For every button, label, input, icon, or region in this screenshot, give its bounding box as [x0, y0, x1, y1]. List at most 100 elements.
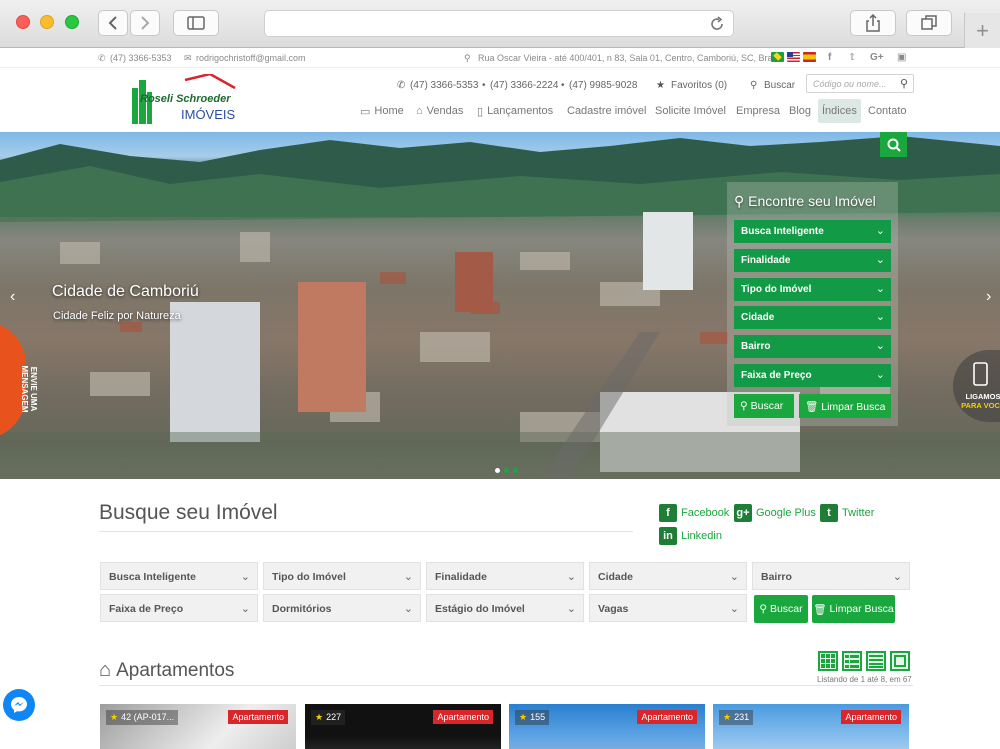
search-select-finalidade[interactable]: Finalidade ⌄ [426, 562, 584, 590]
share-button[interactable] [850, 10, 896, 36]
social-twitter-link[interactable]: t Twitter [820, 504, 874, 522]
finder-select-tipo[interactable]: Tipo do Imóvel ⌄ [734, 278, 891, 301]
finder-search-label: Buscar [750, 400, 784, 412]
property-card[interactable]: ★ 155 Apartamento [509, 704, 705, 749]
we-call-you-line1: LIGAMOS [965, 392, 1000, 401]
search-select-vagas[interactable]: Vagas ⌄ [589, 594, 747, 622]
nav-item-contato[interactable]: Contato [868, 99, 907, 123]
search-button[interactable]: ⚲ Buscar [754, 595, 808, 623]
hero-search-button[interactable] [880, 132, 907, 157]
star-icon[interactable]: ★ [519, 712, 527, 722]
social-linkedin-link[interactable]: in Linkedin [659, 527, 722, 545]
nav-item-lancamentos[interactable]: ▯ Lançamentos [477, 99, 553, 123]
finder-select-label: Finalidade [741, 255, 791, 266]
facebook-icon[interactable]: f [828, 52, 831, 63]
close-window-button[interactable] [16, 15, 30, 29]
send-message-label[interactable]: ENVIE UMA MENSAGEM [20, 354, 38, 424]
nav-item-empresa[interactable]: Empresa [736, 99, 780, 123]
property-card[interactable]: ★ 227 Apartamento [305, 704, 501, 749]
slider-next-arrow[interactable]: › [986, 288, 991, 306]
map-view-icon[interactable] [890, 651, 910, 671]
nav-item-cadastre[interactable]: Cadastre imóvel [567, 99, 646, 123]
address-bar[interactable] [264, 10, 734, 37]
clear-search-button[interactable]: 🗑 Limpar Busca [812, 595, 895, 623]
divider [99, 685, 913, 686]
property-card[interactable]: ★ 42 (AP-017... Apartamento [100, 704, 296, 749]
reload-icon[interactable] [709, 16, 725, 32]
social-googleplus-link[interactable]: g+ Google Plus [734, 504, 816, 522]
search-icon[interactable]: ⚲ [900, 77, 908, 90]
star-icon[interactable]: ★ [110, 712, 118, 722]
search-select-dormitorios[interactable]: Dormitórios ⌄ [263, 594, 421, 622]
search-select-preco[interactable]: Faixa de Preço ⌄ [100, 594, 258, 622]
nav-item-solicite[interactable]: Solicite Imóvel [655, 99, 726, 123]
top-email[interactable]: rodrigochristoff@gmail.com [196, 53, 306, 63]
chevron-down-icon: ⌄ [729, 571, 739, 583]
select-label: Finalidade [435, 571, 487, 583]
chevron-down-icon: ⌄ [566, 603, 576, 615]
table-view-icon[interactable] [866, 651, 886, 671]
chevron-left-icon [108, 16, 117, 30]
property-code: 155 [530, 712, 546, 722]
finder-clear-button[interactable]: 🗑 Limpar Busca [799, 394, 891, 418]
search-select-bairro[interactable]: Bairro ⌄ [752, 562, 910, 590]
star-icon[interactable]: ★ [315, 712, 323, 722]
finder-select-bairro[interactable]: Bairro ⌄ [734, 335, 891, 358]
header-search-label[interactable]: Buscar [764, 80, 795, 91]
search-select-busca[interactable]: Busca Inteligente ⌄ [100, 562, 258, 590]
slider-dot[interactable] [495, 468, 500, 473]
flag-usa-icon[interactable] [787, 52, 800, 62]
slider-dot[interactable] [513, 468, 518, 473]
home-icon: ⌂ [416, 105, 423, 117]
twitter-icon[interactable]: 𝕥 [850, 52, 855, 63]
slider-dots [495, 468, 518, 473]
nav-item-blog[interactable]: Blog [789, 99, 811, 123]
messenger-chat-button[interactable] [3, 689, 35, 721]
nav-item-vendas[interactable]: ⌂ Vendas [416, 99, 463, 123]
slider-prev-arrow[interactable]: ‹ [10, 288, 15, 306]
search-select-cidade[interactable]: Cidade ⌄ [589, 562, 747, 590]
header-phone-2[interactable]: (47) 3366-2224 [490, 80, 558, 91]
tabs-overview-button[interactable] [906, 10, 952, 36]
search-select-estagio[interactable]: Estágio do Imóvel ⌄ [426, 594, 584, 622]
list-view-icon[interactable] [842, 651, 862, 671]
google-plus-icon: g+ [734, 504, 752, 522]
forward-button[interactable] [130, 10, 160, 36]
header-search-input[interactable]: Código ou nome... ⚲ [806, 74, 914, 93]
select-label: Vagas [598, 603, 629, 615]
social-facebook-link[interactable]: f Facebook [659, 504, 729, 522]
chevron-down-icon: ⌄ [566, 571, 576, 583]
google-plus-icon[interactable]: G+ [870, 52, 884, 63]
search-icon: ⚲ [759, 603, 770, 615]
nav-item-indices[interactable]: Índices [818, 99, 861, 123]
finder-select-label: Tipo do Imóvel [741, 284, 812, 295]
flag-brazil-icon[interactable] [771, 52, 784, 62]
grid-view-icon[interactable] [818, 651, 838, 671]
property-card[interactable]: ★ 231 Apartamento [713, 704, 909, 749]
header-phone-1[interactable]: (47) 3366-5353 [410, 80, 478, 91]
select-label: Bairro [761, 571, 792, 583]
favorites-link[interactable]: Favoritos (0) [671, 80, 727, 91]
nav-item-home[interactable]: ▭ Home [360, 99, 404, 123]
search-select-tipo[interactable]: Tipo do Imóvel ⌄ [263, 562, 421, 590]
finder-select-cidade[interactable]: Cidade ⌄ [734, 306, 891, 329]
header-phone-3[interactable]: (47) 9985-9028 [569, 80, 637, 91]
finder-select-preco[interactable]: Faixa de Preço ⌄ [734, 364, 891, 387]
finder-select-busca[interactable]: Busca Inteligente ⌄ [734, 220, 891, 243]
back-button[interactable] [98, 10, 128, 36]
apartments-title: ⌂ Apartamentos [99, 659, 234, 682]
flag-spain-icon[interactable] [803, 52, 816, 62]
finder-search-button[interactable]: ⚲ Buscar [734, 394, 794, 418]
minimize-window-button[interactable] [40, 15, 54, 29]
new-tab-button[interactable]: + [964, 13, 1000, 48]
sidebar-toggle-button[interactable] [173, 10, 219, 36]
chevron-down-icon: ⌄ [875, 254, 885, 266]
finder-select-finalidade[interactable]: Finalidade ⌄ [734, 249, 891, 272]
nav-label-vendas: Vendas [426, 105, 464, 117]
site-logo[interactable]: Roseli Schroeder IMÓVEIS [130, 74, 240, 130]
phone-icon: ✆ [98, 53, 106, 63]
star-icon[interactable]: ★ [723, 712, 731, 722]
maximize-window-button[interactable] [65, 15, 79, 29]
slider-dot[interactable] [504, 468, 509, 473]
youtube-icon[interactable]: ▣ [897, 52, 906, 63]
